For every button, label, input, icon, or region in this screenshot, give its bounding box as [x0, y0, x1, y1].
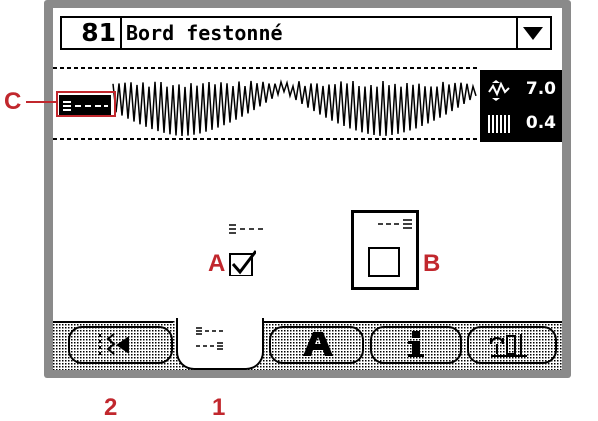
callout-2-label: 2	[104, 396, 117, 420]
tab-settings-tools[interactable]	[467, 326, 557, 364]
machine-screen: 81 Bord festonné 7.0 0.4	[53, 8, 562, 370]
callout-c-line	[26, 101, 58, 103]
mirror-settings-icon	[178, 318, 262, 368]
mirror-end-icon	[376, 217, 416, 231]
tab-info[interactable]	[370, 326, 462, 364]
chevron-down-icon	[518, 18, 548, 48]
callout-b-label: B	[423, 252, 440, 276]
font-icon	[271, 328, 362, 362]
callout-c-label: C	[4, 90, 21, 114]
stitch-length-value: 0.4	[526, 111, 556, 135]
stitch-length-row[interactable]: 0.4	[480, 108, 562, 138]
tab-mirror-settings[interactable]	[176, 318, 264, 370]
callout-c-box	[56, 91, 116, 117]
tab-stitch-menu[interactable]	[68, 326, 173, 364]
mirror-side-icon	[227, 222, 267, 236]
stitch-width-row[interactable]: 7.0	[480, 74, 562, 104]
settings-tools-icon	[469, 328, 555, 362]
stitch-selector[interactable]: 81 Bord festonné	[60, 16, 552, 50]
mirror-a-checkbox[interactable]	[228, 248, 256, 276]
stitch-name: Bord festonné	[126, 18, 283, 48]
stitch-settings-panel: 7.0 0.4	[480, 70, 562, 142]
stitch-length-icon	[486, 112, 512, 136]
tab-font[interactable]	[269, 326, 364, 364]
callout-a-label: A	[208, 252, 225, 276]
info-icon	[372, 328, 460, 362]
dropdown-button[interactable]	[516, 18, 550, 48]
stitch-width-value: 7.0	[526, 77, 556, 101]
stitch-menu-icon	[70, 328, 171, 362]
mirror-b-checkbox[interactable]	[368, 247, 400, 277]
stitch-width-icon	[486, 78, 512, 102]
mirror-b-option[interactable]	[351, 210, 419, 290]
callout-1-label: 1	[212, 396, 225, 420]
stitch-number: 81	[62, 18, 122, 48]
